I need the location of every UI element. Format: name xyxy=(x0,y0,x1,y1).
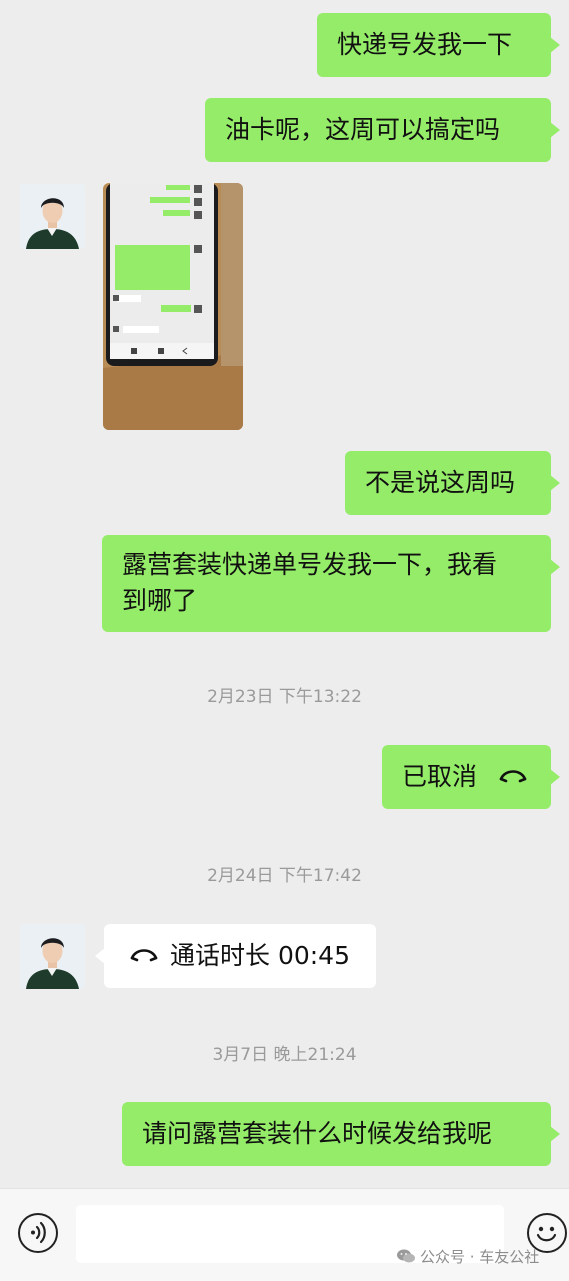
wechat-icon xyxy=(396,1248,416,1268)
message-text-line: 到哪了 xyxy=(122,586,198,615)
voice-input-icon[interactable] xyxy=(18,1213,58,1253)
message-text: 请问露营套装什么时候发给我呢 xyxy=(142,1119,493,1148)
message-call-duration[interactable]: 通话时长 00:45 xyxy=(95,924,376,988)
message-text: 不是说这周吗 xyxy=(365,468,516,497)
message-outgoing[interactable]: 油卡呢，这周可以搞定吗 xyxy=(205,98,560,162)
contact-avatar[interactable] xyxy=(20,184,85,249)
message-outgoing[interactable]: 不是说这周吗 xyxy=(345,451,560,515)
timestamp: 2月23日 下午13:22 xyxy=(207,687,362,707)
chat-area: 快递号发我一下 油卡呢，这周可以搞定吗 不是说这周吗 露营套装快递单号发我一下，… xyxy=(0,0,569,1188)
hang-up-icon xyxy=(497,758,529,795)
timestamp: 3月7日 晚上21:24 xyxy=(212,1045,357,1065)
contact-avatar[interactable] xyxy=(20,924,85,989)
hang-up-icon xyxy=(128,937,160,974)
message-outgoing[interactable]: 快递号发我一下 xyxy=(317,13,560,77)
message-outgoing[interactable]: 请问露营套装什么时候发给我呢 xyxy=(122,1102,560,1166)
message-outgoing[interactable]: 露营套装快递单号发我一下，我看 到哪了 xyxy=(102,535,560,632)
message-text: 油卡呢，这周可以搞定吗 xyxy=(225,115,501,144)
watermark-text: 公众号 · 车友公社 xyxy=(420,1248,540,1266)
shared-photo[interactable] xyxy=(103,183,243,430)
message-text: 快递号发我一下 xyxy=(337,30,513,59)
message-call-cancelled[interactable]: 已取消 xyxy=(382,745,560,809)
message-text: 已取消 xyxy=(402,762,478,791)
message-text: 通话时长 00:45 xyxy=(170,941,350,970)
timestamp: 2月24日 下午17:42 xyxy=(207,866,362,886)
watermark: 公众号 · 车友公社 xyxy=(396,1246,539,1268)
message-text-line: 露营套装快递单号发我一下，我看 xyxy=(122,550,498,579)
